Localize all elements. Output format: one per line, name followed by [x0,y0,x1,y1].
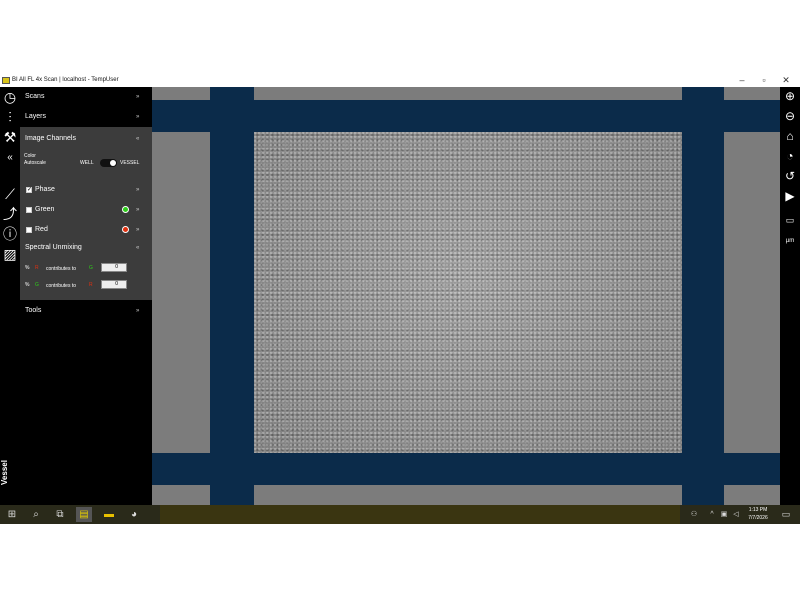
phase-label: Phase [35,186,55,193]
close-button[interactable]: ✕ [776,74,796,86]
collapse-panel-icon[interactable]: « [2,150,18,166]
unmix-row2-dst: R [89,282,93,288]
color-autoscale-label: Color Autoscale [24,153,46,166]
start-icon[interactable]: ⊞ [4,507,20,522]
zoom-out-icon[interactable]: ⊖ [782,109,798,123]
green-expand-icon[interactable]: » [136,206,139,214]
layers-header[interactable]: Layers [25,112,46,122]
app-taskbar-icon[interactable]: ▤ [76,507,92,522]
unmix-row1-dst: G [89,265,93,271]
window-title-bar [0,74,800,87]
unmix-row2-src: G [35,282,39,288]
autoscale-toggle[interactable] [100,159,117,167]
people-icon[interactable]: ⚇ [686,507,702,522]
toggle-well-label: WELL [80,160,94,166]
wrench-icon[interactable]: ⚒ [2,129,18,145]
tools-header[interactable]: Tools [25,306,41,316]
well-tile [152,485,210,505]
vessel-viewer[interactable] [152,87,780,505]
red-label: Red [35,226,48,233]
unmix-row2-pct: % [25,282,30,288]
history-icon[interactable]: ◔ [782,149,798,163]
well-tile [254,485,682,505]
well-tile [152,132,210,453]
unmix-row2-text: contributes to [46,283,77,289]
unmix-row1-src: R [35,265,39,271]
vessel-side-label: Vessel [0,460,9,485]
image-channels-collapse-icon[interactable]: « [136,135,139,143]
notification-icon[interactable]: ▭ [778,507,794,522]
toggle-vessel-label: VESSEL [120,160,140,166]
layers-icon[interactable]: ⫶ [2,109,18,125]
search-icon[interactable]: ⌕ [28,507,44,522]
green-color-swatch[interactable] [122,206,129,213]
minimize-button[interactable]: – [732,74,752,86]
restore-icon[interactable]: ↺ [782,169,798,183]
unmix-row1-input[interactable]: 0 [101,263,127,272]
image-icon[interactable]: ▨ [2,246,18,262]
clock-date[interactable]: 7/7/2026 [740,514,776,522]
measure-icon[interactable]: ⟋ [2,186,18,202]
clock-icon[interactable]: ◷ [2,89,18,105]
green-checkbox[interactable] [26,207,32,213]
tools-expand-icon[interactable]: » [136,307,139,315]
spectral-unmixing-header[interactable]: Spectral Unmixing [25,243,82,253]
scans-expand-icon[interactable]: » [136,93,139,101]
scans-header[interactable]: Scans [25,92,44,102]
image-channels-header[interactable]: Image Channels [25,134,76,144]
red-color-swatch[interactable] [122,226,129,233]
clock-time[interactable]: 1:13 PM [740,506,776,514]
unmix-row2-input[interactable]: 0 [101,280,127,289]
phase-checkbox[interactable]: ✓ [26,187,32,193]
window-title: BI All FL 4x Scan | localhost - TempUser [12,77,119,83]
green-label: Green [35,206,55,213]
micron-icon[interactable]: µm [782,234,798,248]
unmix-row1-text: contributes to [46,266,77,272]
red-checkbox[interactable] [26,227,32,233]
taskbar-active-area [160,505,680,524]
spectral-collapse-icon[interactable]: « [136,244,139,252]
well-tile [152,87,210,100]
chart-icon[interactable]: ⤴ [2,206,18,222]
file-explorer-icon[interactable]: ▬ [101,507,117,522]
red-expand-icon[interactable]: » [136,226,139,234]
home-icon[interactable]: ⌂ [782,129,798,143]
phase-expand-icon[interactable]: » [136,186,139,194]
paint-icon[interactable]: ◕ [126,507,142,522]
task-view-icon[interactable]: ⧉ [52,507,68,522]
layers-expand-icon[interactable]: » [136,113,139,121]
info-icon[interactable]: ⓘ [2,226,18,242]
well-tile [254,87,682,100]
zoom-in-icon[interactable]: ⊕ [782,89,798,103]
well-tile [724,485,780,505]
unmix-row1-pct: % [25,265,30,271]
play-icon[interactable]: ▶ [782,189,798,203]
ruler-icon[interactable]: ▭ [782,213,798,227]
app-icon [2,77,10,84]
well-tile [724,132,780,453]
scan-image-shading [254,132,682,453]
toggle-knob [110,160,116,166]
maximize-button[interactable]: ▫ [754,74,774,86]
well-tile [724,87,780,100]
